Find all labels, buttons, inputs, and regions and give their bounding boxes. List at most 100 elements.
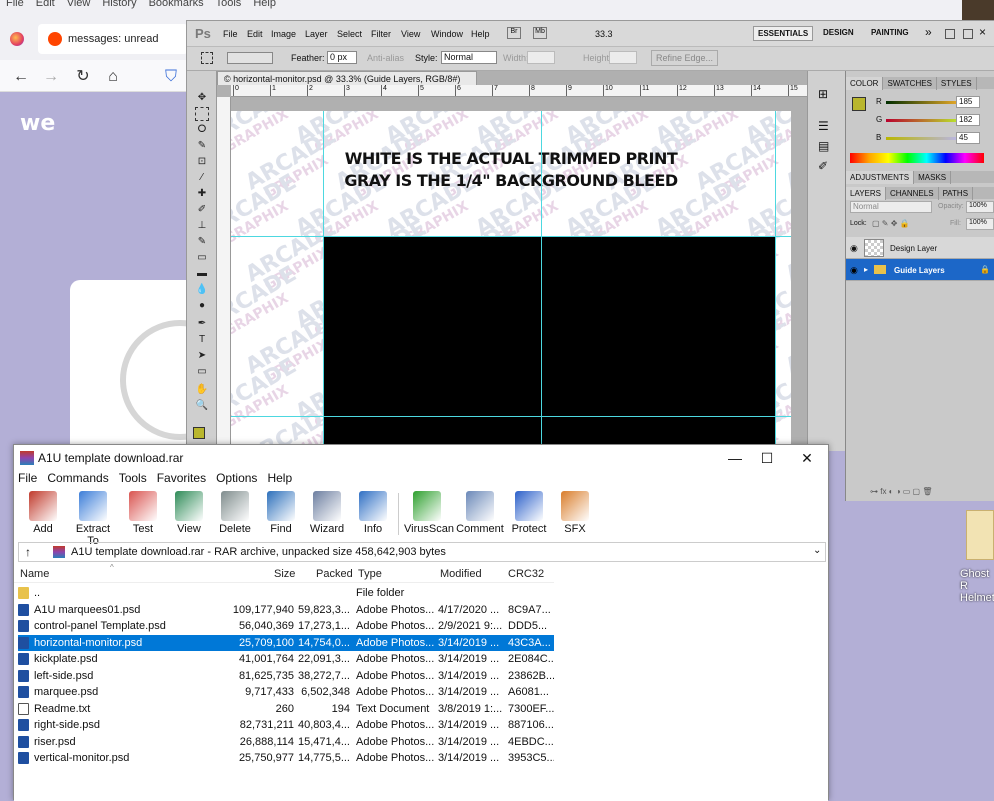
expand-icon[interactable]: ▸ — [864, 265, 868, 274]
layer-visibility-icon[interactable]: ◉ — [850, 265, 858, 276]
selection-mode-icons[interactable] — [227, 52, 273, 64]
rar-menu-favorites[interactable]: Favorites — [157, 471, 206, 485]
bridge-icon[interactable]: Br — [507, 27, 521, 39]
col-size[interactable]: Size — [274, 568, 295, 580]
wizard-button[interactable]: Wizard — [304, 489, 350, 541]
tab-styles[interactable]: STYLES — [937, 77, 977, 90]
ff-menu-file[interactable]: File — [6, 0, 24, 9]
gradient-icon[interactable]: ▬ — [195, 267, 209, 281]
minibridge-icon[interactable]: Mb — [533, 27, 547, 39]
refine-edge-button[interactable]: Refine Edge... — [651, 50, 719, 66]
feather-input[interactable]: 0 px — [327, 51, 357, 64]
home-icon[interactable]: ⌂ — [102, 66, 124, 88]
ps-menu-filter[interactable]: Filter — [371, 29, 391, 39]
tab-adjustments[interactable]: ADJUSTMENTS — [846, 171, 915, 184]
folder-icon[interactable] — [966, 510, 994, 560]
comment-button[interactable]: Comment — [454, 489, 506, 541]
type-icon[interactable]: T — [195, 333, 209, 347]
antialias-checkbox[interactable]: Anti-alias — [367, 53, 404, 63]
brush-icon[interactable]: ✐ — [195, 203, 209, 217]
eraser-icon[interactable]: ▭ — [195, 251, 209, 265]
ps-menu-file[interactable]: File — [223, 29, 238, 39]
foreground-color-swatch[interactable] — [193, 427, 205, 439]
ps-menu-view[interactable]: View — [401, 29, 420, 39]
dock-brush-icon[interactable]: ✐ — [818, 159, 828, 173]
col-name[interactable]: Name — [20, 568, 49, 580]
history-brush-icon[interactable]: ✎ — [195, 235, 209, 249]
dodge-icon[interactable]: ● — [195, 299, 209, 313]
canvas[interactable]: ARCADE GRAPHIX ARCADE GRAPHIX ARCADE GRAPHIX A… — [231, 111, 791, 451]
reload-icon[interactable]: ↻ — [72, 66, 94, 88]
table-row[interactable]: .. File folder — [18, 585, 554, 602]
path-dropdown-icon[interactable]: ⌄ — [813, 545, 821, 556]
table-row[interactable]: kickplate.psd 41,001,764 22,091,3... Adobe … — [18, 651, 554, 668]
path-bar[interactable]: ↑ A1U template download.rar - RAR archiv… — [18, 542, 826, 562]
back-icon[interactable]: ← — [10, 66, 32, 88]
rar-menu-file[interactable]: File — [18, 471, 37, 485]
marquee-tool-icon[interactable] — [201, 52, 213, 64]
g-value[interactable]: 182 — [956, 114, 980, 126]
ps-menu-image[interactable]: Image — [271, 29, 296, 39]
r-value[interactable]: 185 — [956, 96, 980, 108]
virusscan-button[interactable]: VirusScan — [404, 489, 454, 541]
table-row[interactable]: Readme.txt 260 194 Text Document 3/8/2019 1:… — [18, 701, 554, 718]
lock-icons[interactable]: ▢ ✎ ✥ 🔒 — [872, 219, 912, 229]
eyedropper-icon[interactable]: ⁄ — [195, 171, 209, 185]
minimize-icon[interactable]: — — [720, 449, 750, 467]
delete-button[interactable]: Delete — [212, 489, 258, 541]
ws-essentials[interactable]: ESSENTIALS — [753, 26, 814, 41]
table-row[interactable]: riser.psd 26,888,114 15,471,4... Adobe Phot… — [18, 734, 554, 751]
forward-icon[interactable]: → — [40, 66, 62, 88]
ps-menu-help[interactable]: Help — [471, 29, 490, 39]
ps-menu-select[interactable]: Select — [337, 29, 362, 39]
dock-history-icon[interactable]: ⊞ — [818, 87, 828, 101]
g-slider[interactable] — [886, 119, 966, 122]
col-type[interactable]: Type — [358, 568, 382, 580]
tab-paths[interactable]: PATHS — [939, 187, 974, 200]
rar-menu-options[interactable]: Options — [216, 471, 257, 485]
doc-tab[interactable]: © horizontal-monitor.psd @ 33.3% (Guide … — [217, 71, 477, 85]
rar-menu-commands[interactable]: Commands — [47, 471, 108, 485]
ff-menu-bookmarks[interactable]: Bookmarks — [149, 0, 204, 9]
height-input[interactable] — [609, 51, 637, 64]
ff-menu-view[interactable]: View — [67, 0, 91, 9]
maximize-icon[interactable]: ☐ — [752, 449, 782, 467]
style-select[interactable]: Normal — [441, 51, 497, 64]
rar-menu-help[interactable]: Help — [267, 471, 292, 485]
ws-painting[interactable]: PAINTING — [871, 28, 909, 37]
move-tool-icon[interactable]: ✥ — [195, 91, 209, 105]
ps-menu-window[interactable]: Window — [431, 29, 463, 39]
add-button[interactable]: Add — [20, 489, 66, 541]
healing-icon[interactable]: ✚ — [195, 187, 209, 201]
crop-icon[interactable]: ⊡ — [195, 155, 209, 169]
layer-row-design[interactable]: ◉ Design Layer — [846, 237, 994, 259]
dock-layers-icon[interactable]: ▤ — [818, 139, 829, 153]
protect-button[interactable]: Protect — [506, 489, 552, 541]
col-packed[interactable]: Packed — [316, 568, 353, 580]
shape-icon[interactable]: ▭ — [195, 365, 209, 379]
ff-menu-edit[interactable]: Edit — [36, 0, 55, 9]
path-select-icon[interactable]: ➤ — [195, 349, 209, 363]
marquee-icon[interactable] — [195, 107, 209, 121]
b-value[interactable]: 45 — [956, 132, 980, 144]
extract-to-button[interactable]: Extract To — [69, 489, 117, 547]
ps-menu-edit[interactable]: Edit — [247, 29, 263, 39]
col-modified[interactable]: Modified — [440, 568, 482, 580]
tab-messages[interactable]: messages: unread — [38, 24, 188, 54]
dock-adjust-icon[interactable]: ☰ — [818, 119, 829, 133]
r-slider[interactable] — [886, 101, 966, 104]
ws-more-icon[interactable]: » — [925, 25, 932, 39]
lasso-icon[interactable]: ⵔ — [195, 123, 209, 137]
color-fg-swatch[interactable] — [852, 97, 866, 111]
find-button[interactable]: Find — [258, 489, 304, 541]
ps-close-icon[interactable]: × — [979, 25, 986, 39]
quick-select-icon[interactable]: ✎ — [195, 139, 209, 153]
fill-input[interactable]: 100% — [966, 218, 994, 230]
ff-menu-help[interactable]: Help — [253, 0, 276, 9]
col-crc[interactable]: CRC32 — [508, 568, 544, 580]
b-slider[interactable] — [886, 137, 966, 140]
rar-menu-tools[interactable]: Tools — [119, 471, 147, 485]
blur-icon[interactable]: 💧 — [195, 283, 209, 297]
table-row[interactable]: right-side.psd 82,731,211 40,803,4... Adobe… — [18, 717, 554, 734]
tab-channels[interactable]: CHANNELS — [886, 187, 939, 200]
